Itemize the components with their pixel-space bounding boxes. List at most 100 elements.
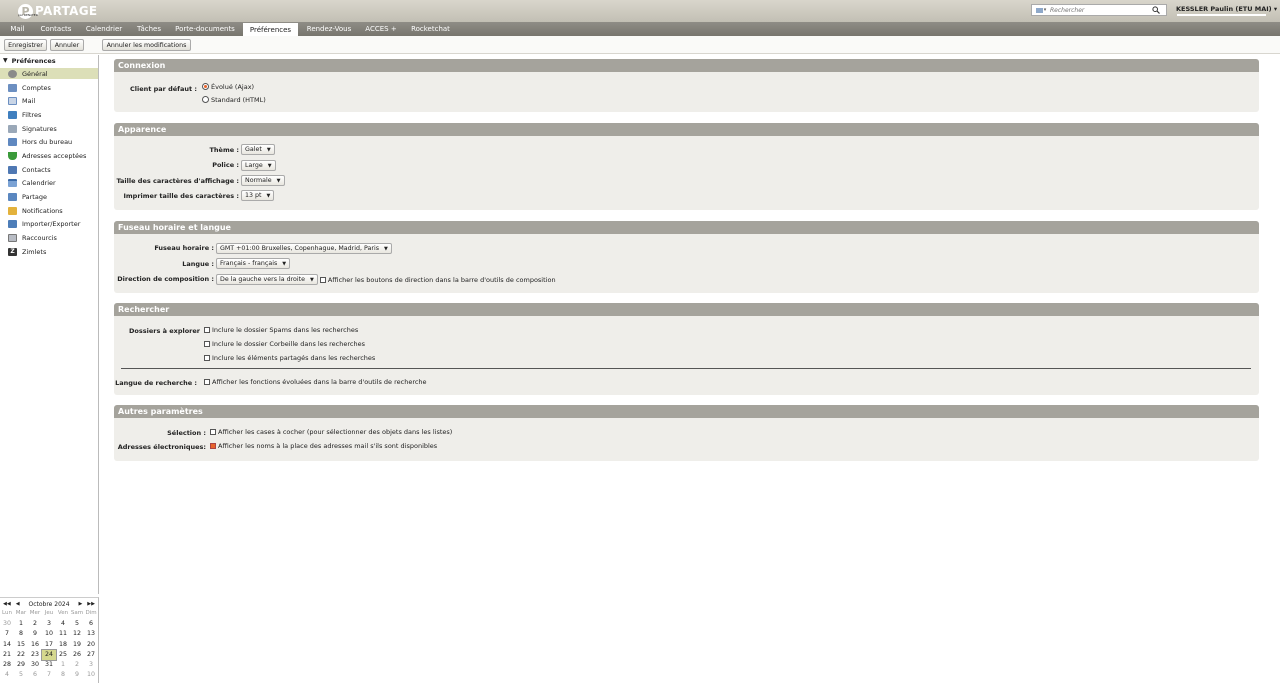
calendar-day[interactable]: 28 bbox=[0, 660, 14, 670]
calendar-day[interactable]: 23 bbox=[28, 650, 42, 660]
tab-mail[interactable]: Mail bbox=[5, 22, 30, 36]
tab-acces[interactable]: ACCES + bbox=[361, 22, 401, 36]
undo-changes-button[interactable]: Annuler les modifications bbox=[102, 39, 191, 51]
partages-option[interactable]: Inclure les éléments partagés dans les r… bbox=[204, 352, 375, 363]
checkbox[interactable] bbox=[204, 326, 210, 333]
save-button[interactable]: Enregistrer bbox=[4, 39, 47, 51]
sidebar-item-raccourcis[interactable]: Raccourcis bbox=[0, 232, 98, 243]
calendar-day[interactable]: 17 bbox=[42, 640, 56, 650]
calendar-day[interactable]: 2 bbox=[28, 619, 42, 629]
calendar-day[interactable]: 4 bbox=[0, 670, 14, 680]
calendar-day[interactable]: 1 bbox=[14, 619, 28, 629]
calendar-day[interactable]: 24 bbox=[41, 648, 57, 662]
search-input[interactable] bbox=[1050, 5, 1150, 15]
calendar-day[interactable]: 8 bbox=[56, 670, 70, 680]
sidebar-item-calendrier[interactable]: Calendrier bbox=[0, 177, 98, 188]
collapse-icon[interactable]: ▼ bbox=[3, 57, 8, 64]
calendar-day[interactable]: 10 bbox=[42, 629, 56, 639]
calendar-day[interactable]: 4 bbox=[56, 619, 70, 629]
calendar-day[interactable]: 18 bbox=[56, 640, 70, 650]
prev-year-icon[interactable]: ◀◀ bbox=[3, 601, 11, 607]
calendar-day[interactable]: 30 bbox=[28, 660, 42, 670]
sidebar-item-mail[interactable]: Mail bbox=[0, 95, 98, 106]
sidebar-item-notifications[interactable]: Notifications bbox=[0, 205, 98, 216]
direction-checkbox[interactable] bbox=[319, 276, 326, 283]
checkbox[interactable] bbox=[204, 378, 210, 385]
checkbox-checked[interactable] bbox=[210, 442, 216, 449]
radio-html[interactable]: Standard (HTML) bbox=[202, 94, 266, 105]
imprimer-select[interactable]: 13 pt ▼ bbox=[241, 190, 275, 201]
calendar-day[interactable]: 6 bbox=[84, 619, 98, 629]
next-year-icon[interactable]: ▶▶ bbox=[87, 601, 95, 607]
police-select[interactable]: Large ▼ bbox=[241, 160, 276, 171]
calendar-day[interactable]: 8 bbox=[14, 629, 28, 639]
sidebar-item-zimlets[interactable]: Z Zimlets bbox=[0, 246, 98, 257]
calendar-day[interactable]: 26 bbox=[70, 650, 84, 660]
tab-rendez-vous[interactable]: Rendez-Vous bbox=[303, 22, 355, 36]
calendar-day[interactable]: 10 bbox=[84, 670, 98, 680]
sidebar-item-adresses-acceptees[interactable]: Adresses acceptées bbox=[0, 150, 98, 161]
tab-contacts[interactable]: Contacts bbox=[36, 22, 76, 36]
sidebar-item-signatures[interactable]: Signatures bbox=[0, 123, 98, 134]
spams-option[interactable]: Inclure le dossier Spams dans les recher… bbox=[204, 324, 358, 335]
calendar-day[interactable]: 27 bbox=[84, 650, 98, 660]
calendar-day[interactable]: 30 bbox=[0, 619, 14, 629]
calendar-day[interactable]: 25 bbox=[56, 650, 70, 660]
calendar-day[interactable]: 16 bbox=[28, 640, 42, 650]
theme-select[interactable]: Galet ▼ bbox=[241, 144, 275, 155]
sidebar-header[interactable]: ▼ Préférences bbox=[0, 55, 98, 66]
checkbox[interactable] bbox=[210, 428, 216, 435]
cancel-button[interactable]: Annuler bbox=[50, 39, 84, 51]
direction-select[interactable]: De la gauche vers la droite ▼ bbox=[216, 274, 318, 285]
tab-taches[interactable]: Tâches bbox=[133, 22, 165, 36]
checkbox[interactable] bbox=[204, 354, 210, 361]
prev-month-icon[interactable]: ◀ bbox=[16, 601, 20, 607]
search-type-dropdown[interactable]: ▾ bbox=[1032, 5, 1050, 15]
calendar-day[interactable]: 11 bbox=[56, 629, 70, 639]
sidebar-item-contacts[interactable]: Contacts bbox=[0, 164, 98, 175]
calendar-day[interactable]: 19 bbox=[70, 640, 84, 650]
calendar-day[interactable]: 14 bbox=[0, 640, 14, 650]
calendar-day[interactable]: 20 bbox=[84, 640, 98, 650]
sidebar-item-comptes[interactable]: Comptes bbox=[0, 82, 98, 93]
search-icon[interactable] bbox=[1150, 5, 1162, 15]
sidebar-item-filtres[interactable]: Filtres bbox=[0, 109, 98, 120]
calendar-day[interactable]: 3 bbox=[84, 660, 98, 670]
calendar-day[interactable]: 13 bbox=[84, 629, 98, 639]
calendar-day[interactable]: 2 bbox=[70, 660, 84, 670]
calendar-day[interactable]: 31 bbox=[42, 660, 56, 670]
adresses-option[interactable]: Afficher les noms à la place des adresse… bbox=[210, 440, 437, 451]
calendar-day[interactable]: 7 bbox=[0, 629, 14, 639]
calendar-day[interactable]: 12 bbox=[70, 629, 84, 639]
calendar-day[interactable]: 7 bbox=[42, 670, 56, 680]
checkbox[interactable] bbox=[204, 340, 210, 347]
tab-porte-documents[interactable]: Porte-documents bbox=[171, 22, 239, 36]
user-menu[interactable]: KESSLER Paulin (ETU MAI) ▾ bbox=[1176, 5, 1277, 13]
fonctions-evoluees-option[interactable]: Afficher les fonctions évoluées dans la … bbox=[204, 376, 427, 387]
sidebar-item-partage[interactable]: Partage bbox=[0, 191, 98, 202]
langue-select[interactable]: Français - français ▼ bbox=[216, 258, 291, 269]
tab-preferences[interactable]: Préférences bbox=[243, 23, 298, 36]
calendar-day[interactable]: 3 bbox=[42, 619, 56, 629]
calendar-day[interactable]: 1 bbox=[56, 660, 70, 670]
tab-rocketchat[interactable]: Rocketchat bbox=[407, 22, 454, 36]
fuseau-select[interactable]: GMT +01:00 Bruxelles, Copenhague, Madrid… bbox=[216, 243, 392, 254]
next-month-icon[interactable]: ▶ bbox=[78, 601, 82, 607]
selection-option[interactable]: Afficher les cases à cocher (pour sélect… bbox=[210, 426, 452, 437]
radio-button[interactable] bbox=[202, 83, 209, 90]
calendar-day[interactable]: 5 bbox=[14, 670, 28, 680]
radio-button[interactable] bbox=[202, 96, 209, 103]
corbeille-option[interactable]: Inclure le dossier Corbeille dans les re… bbox=[204, 338, 365, 349]
taille-select[interactable]: Normale ▼ bbox=[241, 175, 285, 186]
calendar-day[interactable]: 5 bbox=[70, 619, 84, 629]
partage-logo[interactable]: P PARTAGE bbox=[18, 2, 97, 20]
sidebar-item-general[interactable]: Général bbox=[0, 68, 98, 79]
calendar-day[interactable]: 6 bbox=[28, 670, 42, 680]
calendar-day[interactable]: 29 bbox=[14, 660, 28, 670]
radio-ajax[interactable]: Évolué (Ajax) bbox=[202, 81, 254, 92]
calendar-day[interactable]: 9 bbox=[28, 629, 42, 639]
tab-calendrier[interactable]: Calendrier bbox=[82, 22, 126, 36]
calendar-day[interactable]: 15 bbox=[14, 640, 28, 650]
sidebar-item-importer-exporter[interactable]: Importer/Exporter bbox=[0, 218, 98, 229]
calendar-day[interactable]: 21 bbox=[0, 650, 14, 660]
